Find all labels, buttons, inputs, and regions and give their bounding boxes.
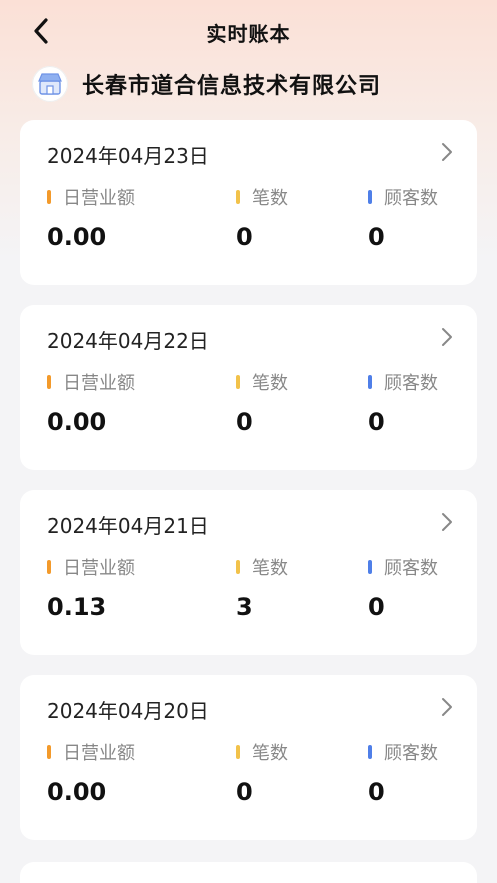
customers-value: 0 [368, 408, 385, 436]
customers-value: 0 [368, 778, 385, 806]
revenue-metric: 日营业额 0.00 [47, 739, 135, 806]
revenue-label: 日营业额 [63, 558, 135, 579]
store-icon [38, 73, 62, 95]
orders-label: 笔数 [252, 373, 288, 394]
orders-indicator [236, 745, 240, 759]
card-date: 2024年04月22日 [47, 329, 209, 353]
revenue-value: 0.00 [47, 778, 107, 806]
revenue-indicator [47, 375, 51, 389]
revenue-metric: 日营业额 0.00 [47, 184, 135, 251]
customers-indicator [368, 375, 372, 389]
customers-value: 0 [368, 593, 385, 621]
revenue-metric: 日营业额 0.00 [47, 369, 135, 436]
revenue-metric: 日营业额 0.13 [47, 554, 135, 621]
card-date: 2024年04月20日 [47, 699, 209, 723]
avatar [32, 66, 68, 102]
revenue-value: 0.00 [47, 223, 107, 251]
orders-label: 笔数 [252, 558, 288, 579]
orders-metric: 笔数 3 [236, 554, 288, 621]
ledger-card[interactable]: 2024年04月21日 日营业额 0.13 笔数 3 顾客数 0 [20, 490, 477, 655]
customers-value: 0 [368, 223, 385, 251]
ledger-card[interactable]: 2024年04月23日 日营业额 0.00 笔数 0 顾客数 0 [20, 120, 477, 285]
card-date: 2024年04月23日 [47, 144, 209, 168]
revenue-indicator [47, 190, 51, 204]
customers-indicator [368, 190, 372, 204]
revenue-indicator [47, 745, 51, 759]
customers-indicator [368, 560, 372, 574]
chevron-right-icon [442, 143, 452, 161]
customers-indicator [368, 745, 372, 759]
customers-label: 顾客数 [384, 558, 438, 579]
ledger-list: 2024年04月23日 日营业额 0.00 笔数 0 顾客数 0 2024年04… [20, 120, 477, 860]
orders-metric: 笔数 0 [236, 369, 288, 436]
chevron-right-icon [442, 513, 452, 531]
ledger-card[interactable] [20, 862, 477, 883]
chevron-right-icon [442, 328, 452, 346]
orders-value: 0 [236, 223, 253, 251]
page-title: 实时账本 [206, 22, 291, 46]
orders-metric: 笔数 0 [236, 739, 288, 806]
ledger-card[interactable]: 2024年04月20日 日营业额 0.00 笔数 0 顾客数 0 [20, 675, 477, 840]
revenue-indicator [47, 560, 51, 574]
revenue-value: 0.00 [47, 408, 107, 436]
orders-indicator [236, 375, 240, 389]
orders-value: 3 [236, 593, 253, 621]
revenue-label: 日营业额 [63, 373, 135, 394]
revenue-value: 0.13 [47, 593, 107, 621]
customers-label: 顾客数 [384, 373, 438, 394]
card-date: 2024年04月21日 [47, 514, 209, 538]
company-header: 长春市道合信息技术有限公司 [32, 66, 477, 102]
chevron-right-icon [442, 698, 452, 716]
customers-metric: 顾客数 0 [368, 369, 438, 436]
company-name: 长春市道合信息技术有限公司 [82, 74, 382, 99]
orders-indicator [236, 560, 240, 574]
revenue-label: 日营业额 [63, 188, 135, 209]
orders-value: 0 [236, 408, 253, 436]
nav-bar: 实时账本 [0, 0, 497, 62]
customers-label: 顾客数 [384, 743, 438, 764]
orders-label: 笔数 [252, 188, 288, 209]
customers-label: 顾客数 [384, 188, 438, 209]
ledger-card[interactable]: 2024年04月22日 日营业额 0.00 笔数 0 顾客数 0 [20, 305, 477, 470]
orders-metric: 笔数 0 [236, 184, 288, 251]
customers-metric: 顾客数 0 [368, 739, 438, 806]
customers-metric: 顾客数 0 [368, 554, 438, 621]
orders-label: 笔数 [252, 743, 288, 764]
orders-value: 0 [236, 778, 253, 806]
customers-metric: 顾客数 0 [368, 184, 438, 251]
orders-indicator [236, 190, 240, 204]
revenue-label: 日营业额 [63, 743, 135, 764]
